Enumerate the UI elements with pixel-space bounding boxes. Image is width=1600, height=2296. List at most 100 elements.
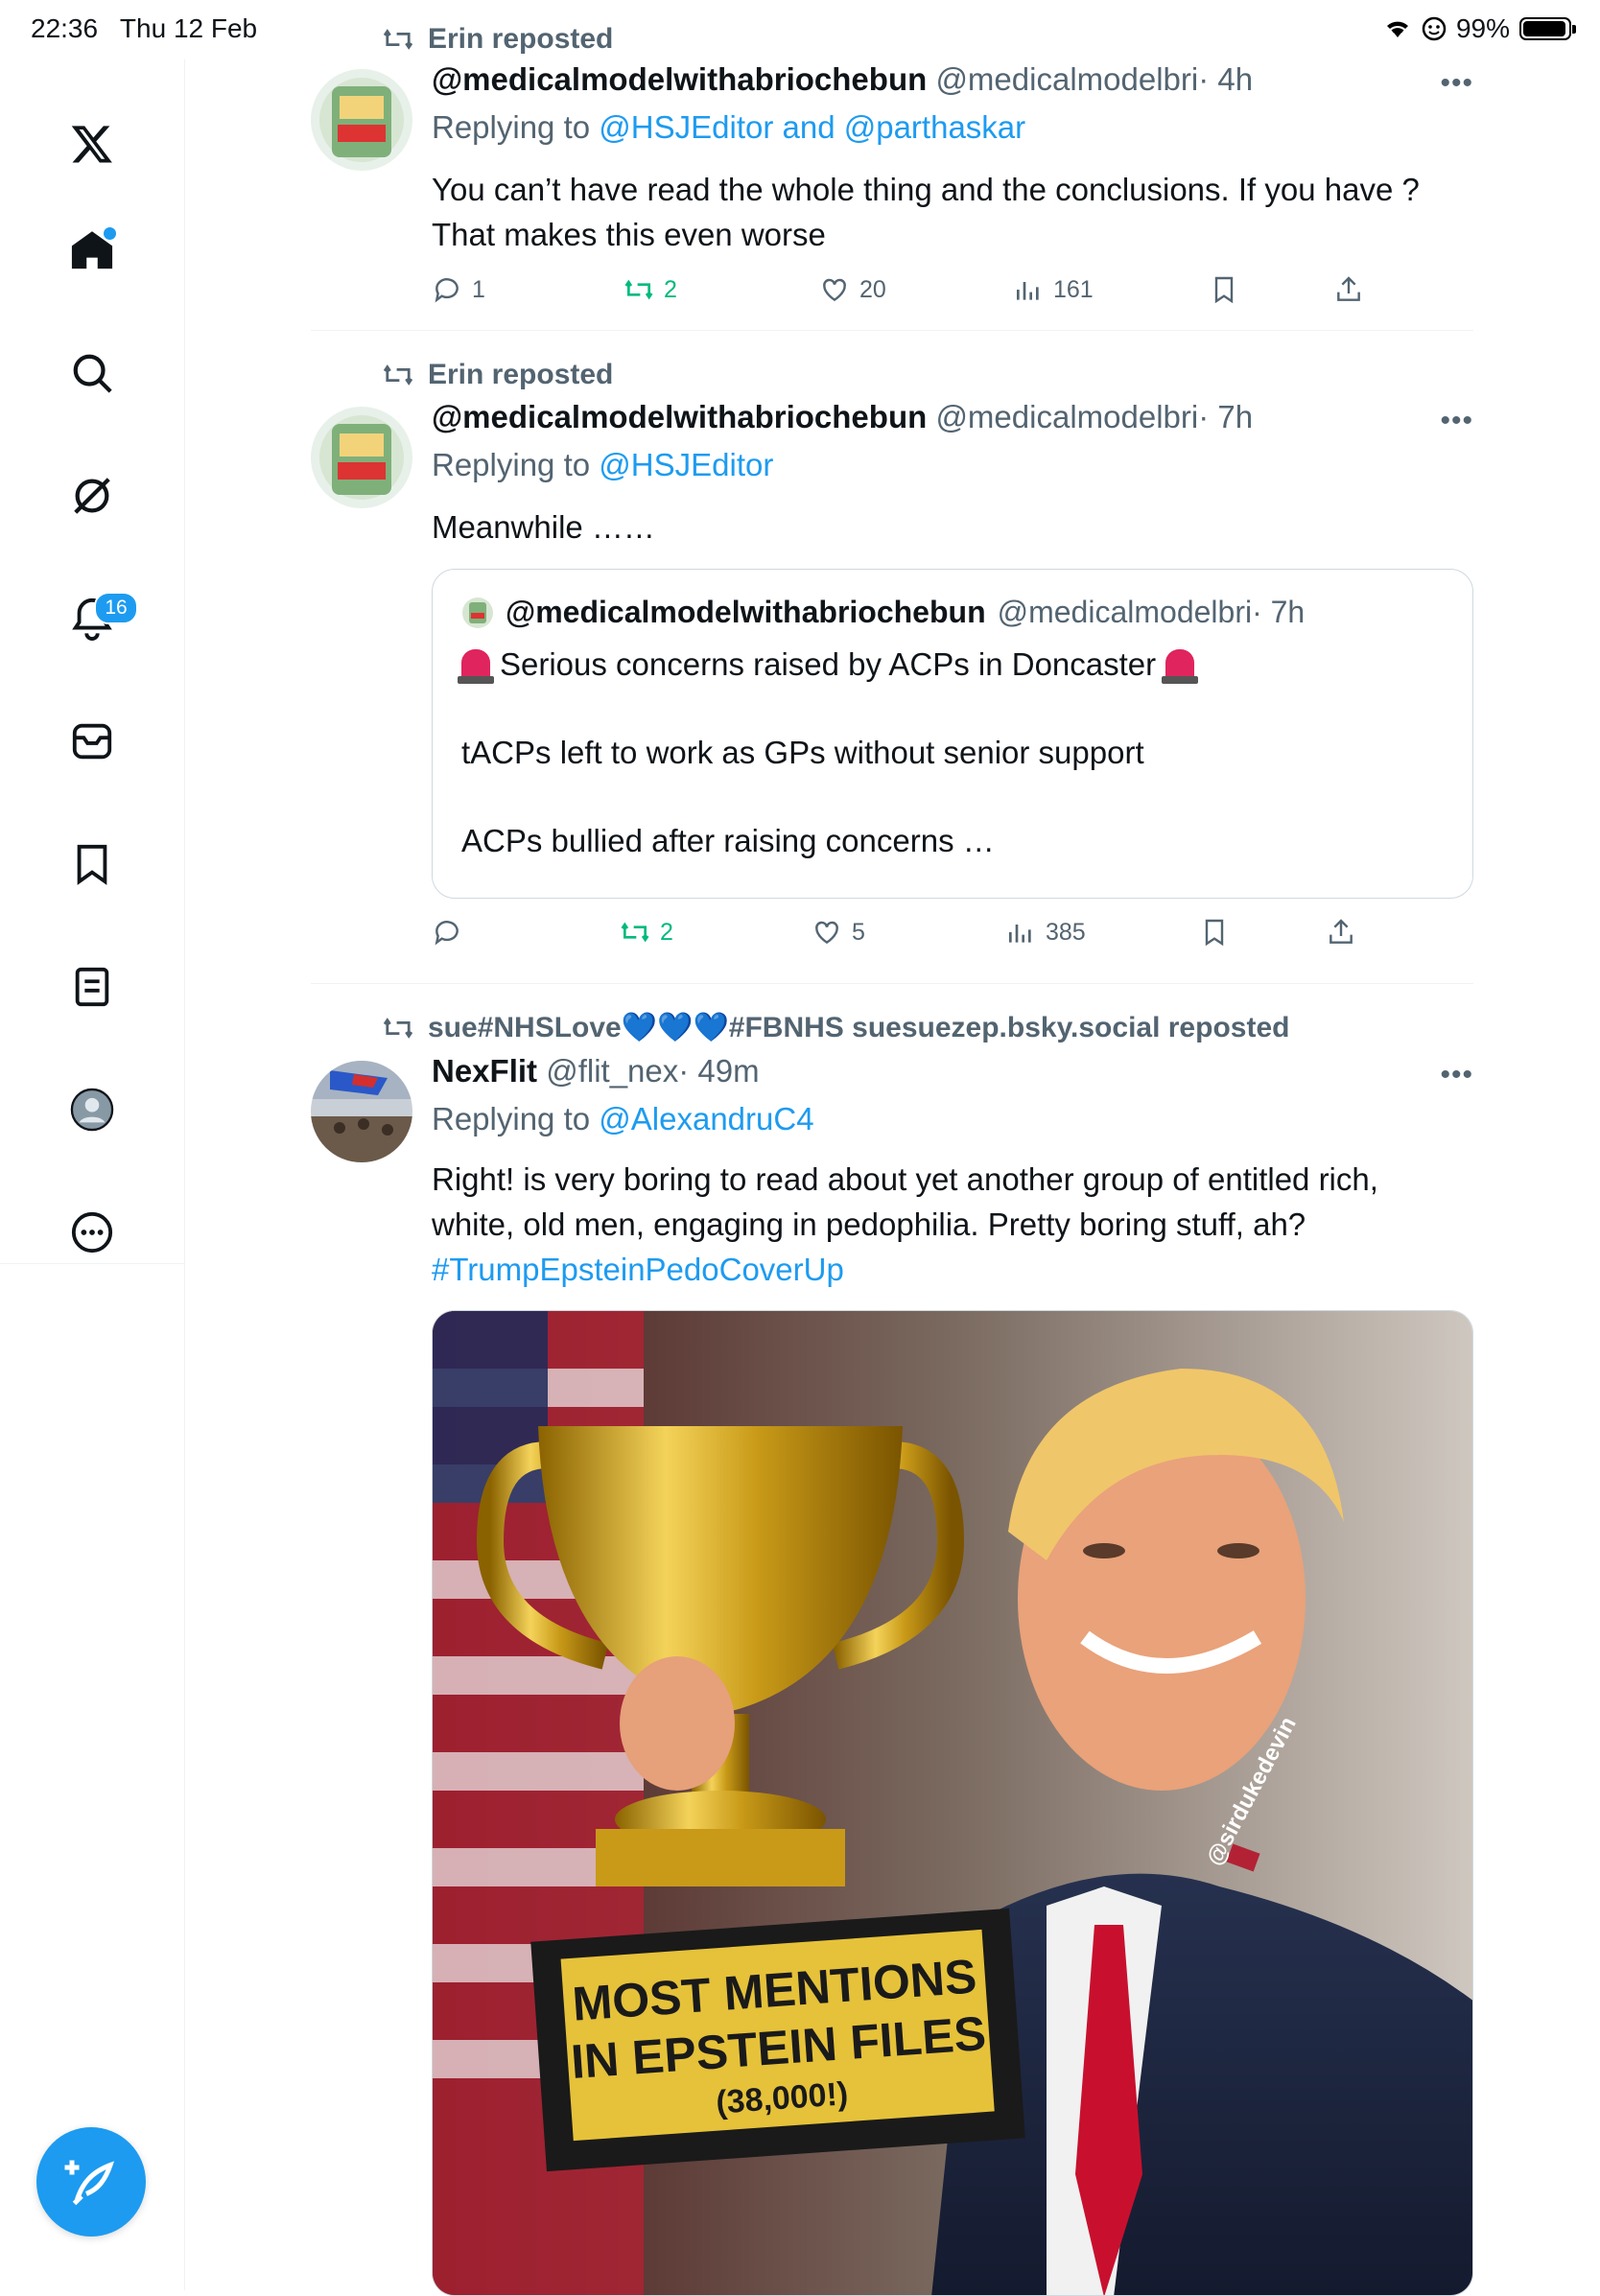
repost-indicator: sue#NHSLove💙💙💙#FBNHS suesuezep.bsky.soci… [382, 1011, 1289, 1044]
sidebar-divider [184, 1263, 185, 2290]
divider [311, 983, 1473, 984]
quoted-text-line: Serious concerns raised by ACPs in Donca… [458, 646, 1199, 684]
more-options-icon[interactable] [58, 1198, 127, 1267]
tweet[interactable]: Erin reposted @medicalmodelwithabriocheb… [311, 355, 1473, 978]
sidebar: 16 [0, 59, 185, 1264]
tweet-header: @medicalmodelwithabriochebun @medicalmod… [432, 61, 1253, 98]
tweet-text: You can’t have read the whole thing and … [432, 167, 1473, 257]
tweet-text-line: You can’t have read the whole thing and … [432, 172, 1420, 207]
repost-icon [624, 279, 653, 300]
status-time: 22:36 Thu 12 Feb [31, 13, 257, 44]
replying-to-link[interactable]: @AlexandruC4 [599, 1101, 813, 1136]
bookmark-button[interactable] [1209, 274, 1239, 305]
lists-icon[interactable] [58, 952, 127, 1021]
repost-icon [383, 29, 413, 50]
reply-icon [435, 921, 459, 946]
replying-to-link[interactable]: @HSJEditor and @parthaskar [599, 109, 1025, 145]
replying-to: Replying to @HSJEditor and @parthaskar [432, 109, 1025, 146]
share-icon [1337, 276, 1360, 301]
repost-indicator: Erin reposted [382, 359, 613, 391]
like-count: 5 [852, 918, 865, 946]
bookmark-icon [1214, 276, 1234, 304]
share-button[interactable] [1333, 274, 1364, 305]
view-count: 161 [1053, 275, 1094, 303]
bookmark-icon [1205, 919, 1224, 947]
like-button[interactable]: 5 [812, 917, 865, 948]
tweet-text: Right! is very boring to read about yet … [432, 1157, 1473, 1292]
tweet[interactable]: Erin reposted @medicalmodelwithabriocheb… [311, 17, 1473, 334]
siren-icon [458, 649, 494, 684]
share-button[interactable] [1326, 917, 1356, 948]
more-icon[interactable]: ••• [1440, 405, 1473, 437]
profile-avatar-icon[interactable] [58, 1075, 127, 1144]
replying-to: Replying to @HSJEditor [432, 447, 773, 483]
grok-icon[interactable] [58, 461, 127, 530]
tweet-text-line: That makes this even worse [432, 217, 826, 252]
reply-icon [435, 278, 459, 303]
like-button[interactable]: 20 [819, 274, 886, 305]
views-icon [1017, 282, 1039, 300]
bookmarks-icon[interactable] [58, 830, 127, 899]
search-icon[interactable] [58, 339, 127, 408]
quoted-handle: @medicalmodelbri [997, 595, 1253, 629]
tweet-text-line: white, old men, engaging in pedophilia. … [432, 1207, 1306, 1242]
quoted-avatar[interactable] [461, 597, 494, 629]
quoted-text: Serious concerns raised by ACPs in Donca… [500, 646, 1157, 682]
timestamp[interactable]: · 7h [1198, 399, 1253, 434]
share-icon [1329, 919, 1353, 944]
handle[interactable]: @medicalmodelbri [935, 399, 1198, 434]
reply-button[interactable] [432, 917, 462, 948]
repost-button[interactable]: 2 [620, 917, 673, 948]
repost-count: 2 [664, 275, 677, 303]
reply-count: 1 [472, 275, 485, 303]
views-button[interactable]: 385 [1005, 917, 1086, 948]
tweet-header: NexFlit @flit_nex· 49m [432, 1053, 760, 1089]
heart-icon [815, 921, 838, 945]
repost-label: Erin reposted [428, 23, 614, 55]
battery-icon [1519, 17, 1576, 40]
tweet[interactable]: sue#NHSLove💙💙💙#FBNHS suesuezep.bsky.soci… [311, 1007, 1473, 2296]
messages-icon[interactable] [58, 707, 127, 776]
handle[interactable]: @flit_nex [546, 1053, 678, 1089]
more-icon[interactable]: ••• [1440, 1059, 1473, 1091]
more-icon[interactable]: ••• [1440, 67, 1473, 100]
views-icon [1009, 925, 1031, 943]
repost-label: sue#NHSLove💙💙💙#FBNHS suesuezep.bsky.soci… [428, 1012, 1290, 1043]
tweet-text-line: Right! is very boring to read about yet … [432, 1161, 1378, 1197]
bookmark-button[interactable] [1199, 917, 1230, 948]
notifications-badge: 16 [94, 592, 138, 624]
notifications-icon[interactable]: 16 [58, 584, 138, 653]
views-button[interactable]: 161 [1013, 274, 1094, 305]
timestamp[interactable]: · 4h [1198, 61, 1253, 97]
view-count: 385 [1046, 918, 1086, 946]
avatar[interactable] [311, 407, 412, 508]
tweet-actions: 1 2 20 161 [432, 274, 1391, 313]
reply-button[interactable]: 1 [432, 274, 485, 305]
display-name[interactable]: @medicalmodelwithabriochebun [432, 399, 927, 434]
repost-count: 2 [660, 918, 673, 946]
x-logo-icon[interactable] [58, 109, 127, 178]
repost-button[interactable]: 2 [624, 274, 677, 305]
compose-feather-icon [64, 2160, 115, 2206]
avatar[interactable] [311, 1061, 412, 1162]
quoted-timestamp: · 7h [1252, 595, 1306, 629]
quoted-tweet[interactable]: @medicalmodelwithabriochebun @medicalmod… [432, 569, 1473, 899]
timestamp[interactable]: · 49m [678, 1053, 759, 1089]
replying-to-link[interactable]: @HSJEditor [599, 447, 773, 482]
tweet-image[interactable]: MOST MENTIONS IN EPSTEIN FILES (38,000!)… [432, 1310, 1473, 2296]
compose-post-button[interactable] [36, 2127, 146, 2237]
home-icon[interactable] [58, 216, 127, 285]
repost-icon [383, 1017, 413, 1039]
divider [311, 330, 1473, 331]
quoted-text-line: ACPs bullied after raising concerns … [461, 823, 995, 858]
tweet-actions: 2 5 385 [432, 917, 1391, 955]
clock: 22:36 [31, 13, 99, 43]
display-name[interactable]: NexFlit [432, 1053, 537, 1089]
siren-icon [1162, 649, 1199, 684]
repost-label: Erin reposted [428, 359, 614, 390]
handle[interactable]: @medicalmodelbri [935, 61, 1198, 97]
hashtag-link[interactable]: #TrumpEpsteinPedoCoverUp [432, 1247, 1473, 1292]
avatar[interactable] [311, 69, 412, 171]
replying-to: Replying to @AlexandruC4 [432, 1101, 814, 1137]
display-name[interactable]: @medicalmodelwithabriochebun [432, 61, 927, 97]
